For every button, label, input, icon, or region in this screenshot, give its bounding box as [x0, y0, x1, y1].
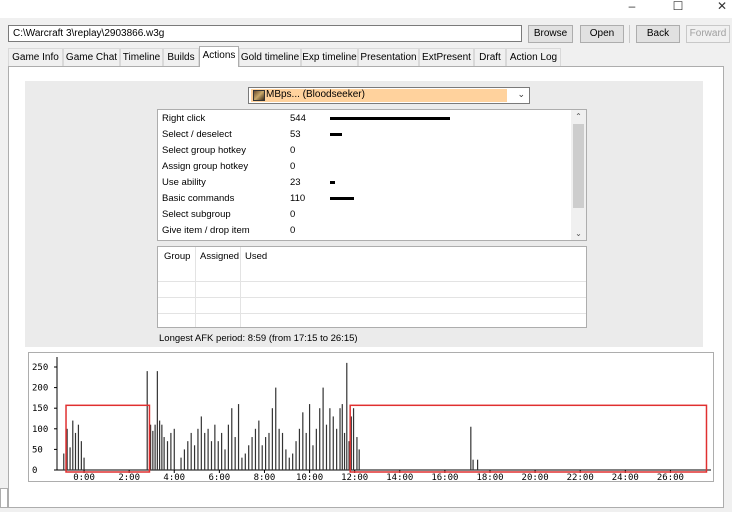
- action-count: 0: [290, 209, 296, 220]
- action-row[interactable]: Basic commands 110: [162, 191, 570, 207]
- x-tick-label: 18:00: [476, 473, 503, 481]
- hero-portrait-icon: [253, 90, 265, 101]
- tab-action-log[interactable]: Action Log: [506, 48, 561, 66]
- highlight-box: [349, 404, 708, 473]
- action-name: Give item / drop item: [162, 225, 250, 236]
- replay-path-field[interactable]: C:\Warcraft 3\replay\2903866.w3g: [8, 25, 522, 42]
- browse-button[interactable]: Browse: [528, 25, 573, 43]
- forward-button[interactable]: Forward: [686, 25, 730, 43]
- row-divider: [158, 297, 586, 298]
- action-name: Select group hotkey: [162, 145, 246, 156]
- x-tick-label: 26:00: [657, 473, 684, 481]
- action-row[interactable]: Assign group hotkey 0: [162, 159, 570, 175]
- player-dropdown[interactable]: MBps... (Bloodseeker) ⌄: [248, 87, 530, 104]
- action-bar: [330, 181, 335, 184]
- action-list-scrollbar[interactable]: ⌃ ⌄: [571, 110, 586, 240]
- x-tick-label: 14:00: [386, 473, 413, 481]
- y-tick-label: 200: [32, 384, 48, 394]
- action-name: Right click: [162, 113, 206, 124]
- action-name: Basic commands: [162, 193, 235, 204]
- column-header-used[interactable]: Used: [245, 251, 267, 262]
- tab-extpresent[interactable]: ExtPresent: [419, 48, 474, 66]
- tab-actions[interactable]: Actions: [199, 46, 239, 67]
- player-name: MBps... (Bloodseeker): [266, 89, 365, 100]
- x-tick-label: 6:00: [209, 473, 231, 481]
- column-divider: [195, 247, 196, 327]
- row-divider: [158, 281, 586, 282]
- action-name: Select subgroup: [162, 209, 231, 220]
- minimize-button[interactable]: –: [622, 0, 642, 14]
- action-name: Use ability: [162, 177, 206, 188]
- chart-svg: 250 200 150 100 50 0 0:00 2:00 4:00 6:00 8:00 10:00…: [32, 357, 711, 483]
- back-button[interactable]: Back: [636, 25, 680, 43]
- x-tick-label: 4:00: [163, 473, 185, 481]
- scroll-down-icon[interactable]: ⌄: [571, 227, 586, 240]
- toolbar-separator: [629, 25, 630, 43]
- action-count: 110: [290, 193, 306, 204]
- row-divider: [158, 313, 586, 314]
- x-tick-label: 22:00: [567, 473, 594, 481]
- x-tick-label: 0:00: [73, 473, 95, 481]
- x-tick-label: 24:00: [612, 473, 639, 481]
- action-row[interactable]: Select / deselect 53: [162, 127, 570, 143]
- x-tick-label: 20:00: [522, 473, 549, 481]
- tab-gold-timeline[interactable]: Gold timeline: [239, 48, 301, 66]
- window-titlebar: – ☐ ✕: [0, 0, 732, 18]
- action-row[interactable]: Right click 544: [162, 111, 570, 127]
- open-button[interactable]: Open: [580, 25, 624, 43]
- path-toolbar: C:\Warcraft 3\replay\2903866.w3g Browse …: [0, 22, 732, 46]
- action-count: 53: [290, 129, 301, 140]
- action-count: 0: [290, 161, 296, 172]
- maximize-button[interactable]: ☐: [668, 0, 688, 14]
- y-tick-label: 50: [32, 445, 43, 455]
- x-tick-label: 10:00: [296, 473, 323, 481]
- action-stats-list[interactable]: Right click 544 Select / deselect 53 Select …: [157, 109, 587, 241]
- afk-period-text: Longest AFK period: 8:59 (from 17:15 to …: [159, 333, 358, 344]
- group-hotkey-table: Group Assigned Used: [157, 246, 587, 328]
- action-count: 0: [290, 145, 296, 156]
- chevron-down-icon: ⌄: [517, 89, 525, 99]
- action-count: 23: [290, 177, 301, 188]
- tab-game-chat[interactable]: Game Chat: [63, 48, 120, 66]
- action-bar: [330, 133, 342, 136]
- tab-exp-timeline[interactable]: Exp timeline: [301, 48, 358, 66]
- action-bar: [330, 197, 354, 200]
- action-count: 0: [290, 225, 296, 236]
- close-button[interactable]: ✕: [712, 0, 732, 14]
- action-row[interactable]: Select group hotkey 0: [162, 143, 570, 159]
- action-count: 544: [290, 113, 306, 124]
- actions-per-minute-chart: 250 200 150 100 50 0 0:00 2:00 4:00 6:00 8:00 10:00…: [28, 352, 714, 483]
- column-divider: [240, 247, 241, 327]
- tab-builds[interactable]: Builds: [163, 48, 199, 66]
- y-tick-label: 100: [32, 425, 48, 435]
- x-tick-label: 8:00: [254, 473, 276, 481]
- x-tick-label: 2:00: [118, 473, 140, 481]
- y-tick-label: 150: [32, 404, 48, 414]
- action-name: Assign group hotkey: [162, 161, 249, 172]
- x-tick-label: 12:00: [341, 473, 368, 481]
- action-row[interactable]: Use ability 23: [162, 175, 570, 191]
- action-bar: [330, 117, 450, 120]
- tab-draft[interactable]: Draft: [474, 48, 506, 66]
- action-row[interactable]: Select subgroup 0: [162, 207, 570, 223]
- x-tick-label: 16:00: [431, 473, 458, 481]
- scrollbar-thumb[interactable]: [573, 124, 584, 208]
- action-row[interactable]: Give item / drop item 0: [162, 223, 570, 239]
- tab-presentation[interactable]: Presentation: [358, 48, 419, 66]
- column-header-group[interactable]: Group: [164, 251, 190, 262]
- side-control: [0, 488, 8, 508]
- action-name: Select / deselect: [162, 129, 232, 140]
- tab-game-info[interactable]: Game Info: [8, 48, 63, 66]
- scroll-up-icon[interactable]: ⌃: [571, 110, 586, 123]
- y-tick-label: 0: [32, 466, 37, 476]
- y-tick-label: 250: [32, 363, 48, 373]
- column-header-assigned[interactable]: Assigned: [200, 251, 239, 262]
- tab-timeline[interactable]: Timeline: [120, 48, 163, 66]
